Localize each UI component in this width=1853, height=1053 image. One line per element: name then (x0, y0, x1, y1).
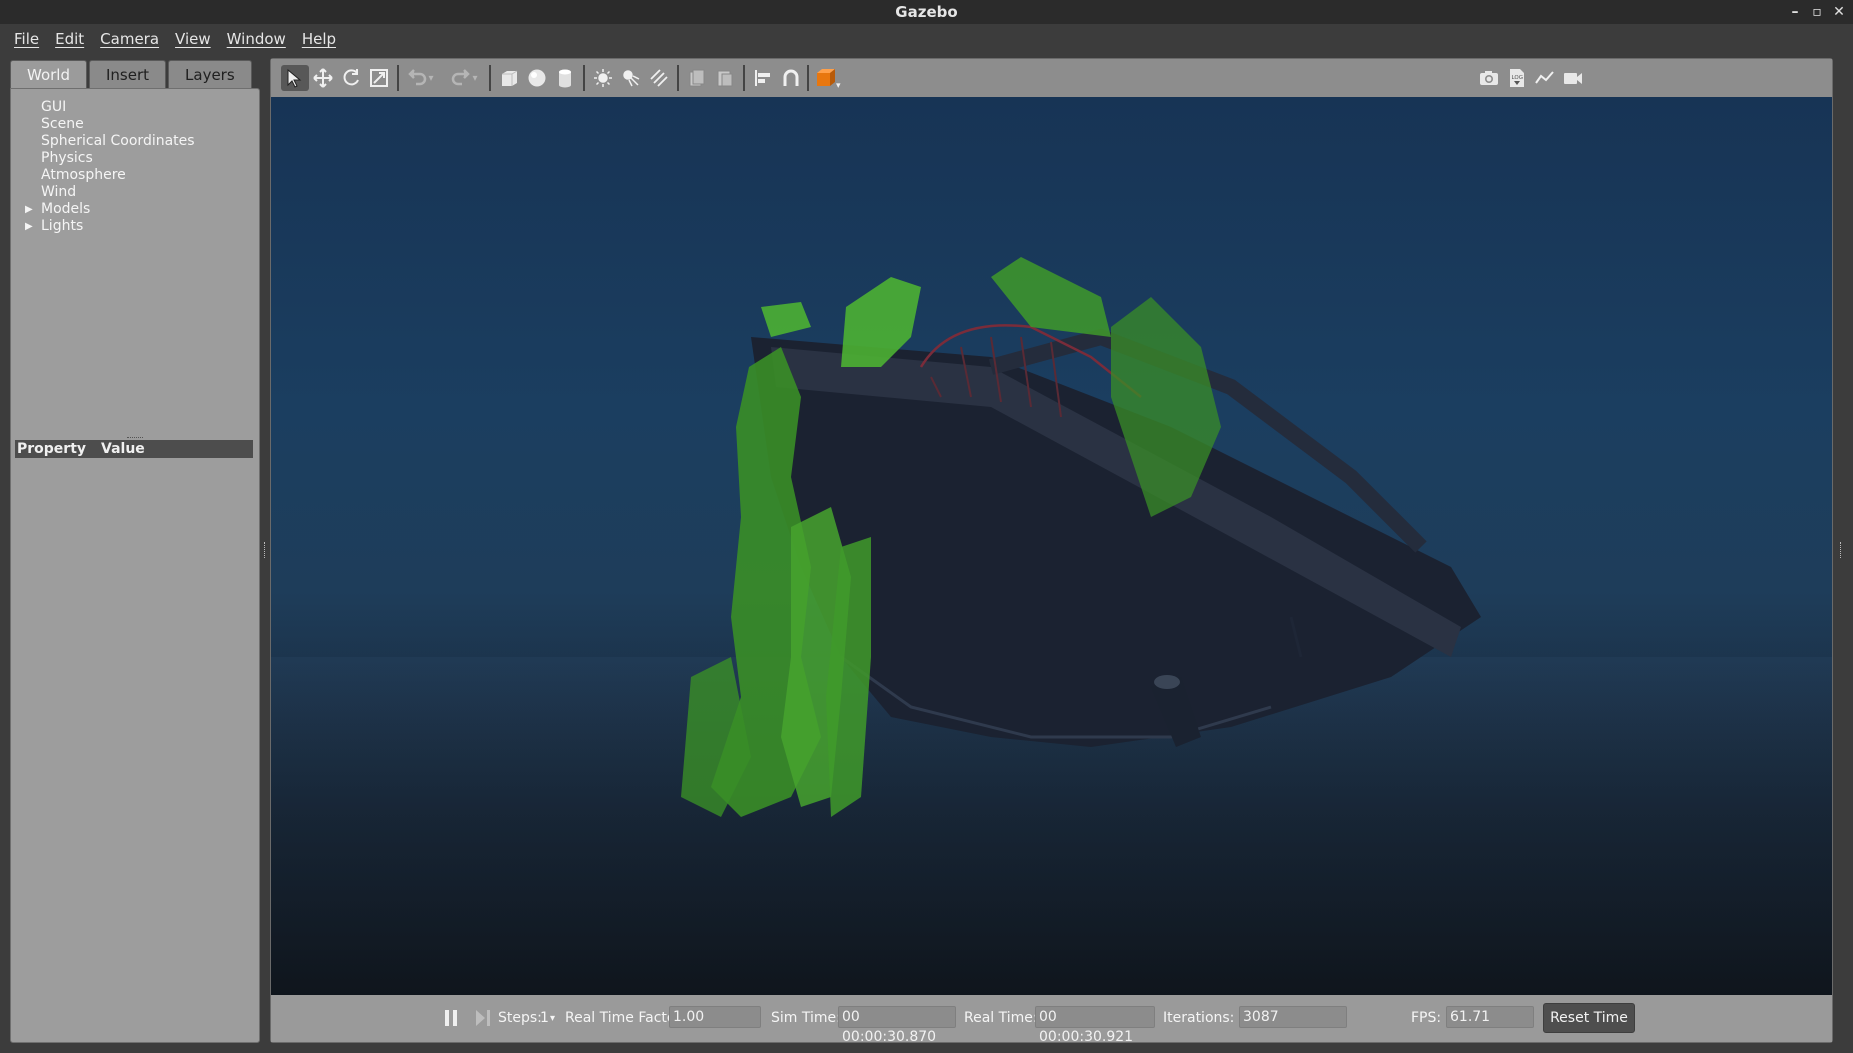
fps-label: FPS: (1411, 1010, 1442, 1026)
paste-icon[interactable] (711, 65, 739, 91)
shipwreck-model[interactable] (271, 97, 1832, 995)
tree-item-label: Physics (41, 150, 93, 166)
close-icon[interactable]: ✕ (1828, 0, 1850, 24)
real-time-factor-label: Real Time Factor: (565, 1010, 686, 1026)
real-time-factor-field: 1.00 (669, 1006, 761, 1028)
world-tree: GUI Scene Spherical Coordinates Physics … (23, 99, 195, 235)
iterations-field: 3087 (1239, 1006, 1347, 1028)
panel-tabs: World Insert Layers (10, 60, 254, 88)
left-panel: World Insert Layers GUI Scene Spherical … (10, 58, 260, 1043)
sphere-icon[interactable] (523, 65, 551, 91)
screenshot-icon[interactable] (1475, 65, 1503, 91)
value-column-header: Value (101, 441, 145, 457)
reset-time-button[interactable]: Reset Time (1543, 1003, 1635, 1033)
svg-text:▾: ▾ (836, 81, 841, 89)
real-time-field: 00 00:00:30.921 (1035, 1006, 1155, 1045)
panel-splitter-handle[interactable] (127, 437, 143, 439)
record-video-icon[interactable] (1559, 65, 1587, 91)
pause-button[interactable] (441, 1008, 461, 1028)
title-bar: Gazebo – ▫ ✕ (0, 0, 1853, 24)
toolbar-separator (807, 65, 809, 91)
tree-item-lights[interactable]: ▶ Lights (23, 218, 195, 235)
minimize-icon[interactable]: – (1784, 0, 1806, 24)
snap-icon[interactable] (777, 65, 805, 91)
tree-item-label: Spherical Coordinates (41, 133, 195, 149)
render-panel: ▾ ▾ ▾ LOG Steps: 1 ▾ Real Time Factor: 1… (270, 58, 1833, 1045)
point-light-icon[interactable] (589, 65, 617, 91)
pipe-end (1154, 675, 1180, 689)
toolbar-separator (397, 65, 399, 91)
tree-item-gui[interactable]: GUI (23, 99, 195, 116)
directional-light-icon[interactable] (645, 65, 673, 91)
toolbar-separator (677, 65, 679, 91)
steps-value[interactable]: 1 (540, 1010, 549, 1026)
spot-light-icon[interactable] (617, 65, 645, 91)
menu-help[interactable]: Help (294, 30, 344, 48)
simulation-status-bar: Steps: 1 ▾ Real Time Factor: 1.00 Sim Ti… (271, 995, 1832, 1045)
tree-item-label: GUI (41, 99, 67, 115)
scale-icon[interactable] (365, 65, 393, 91)
world-panel: GUI Scene Spherical Coordinates Physics … (10, 88, 260, 1043)
menu-bar: File Edit Camera View Window Help (0, 24, 1853, 54)
tree-item-label: Models (41, 201, 91, 217)
property-column-header: Property (17, 441, 87, 457)
view-angle-icon[interactable]: ▾ (811, 65, 847, 91)
window-title: Gazebo (895, 3, 958, 21)
menu-view[interactable]: View (167, 30, 219, 48)
toolbar-separator (583, 65, 585, 91)
tree-item-wind[interactable]: Wind (23, 184, 195, 201)
expand-arrow-icon[interactable]: ▶ (25, 201, 33, 218)
chevron-down-icon[interactable]: ▾ (467, 65, 483, 91)
plot-icon[interactable] (1531, 65, 1559, 91)
tree-item-label: Scene (41, 116, 84, 132)
tab-layers[interactable]: Layers (168, 60, 252, 88)
select-icon[interactable] (281, 65, 309, 91)
tree-item-label: Atmosphere (41, 167, 126, 183)
box-icon[interactable] (495, 65, 523, 91)
iterations-label: Iterations: (1163, 1010, 1235, 1026)
tab-world[interactable]: World (10, 60, 87, 88)
copy-icon[interactable] (683, 65, 711, 91)
menu-file[interactable]: File (6, 30, 47, 48)
expand-arrow-icon[interactable]: ▶ (25, 218, 33, 235)
menu-edit[interactable]: Edit (47, 30, 92, 48)
gazebo-window: Gazebo – ▫ ✕ File Edit Camera View Windo… (0, 0, 1853, 1053)
right-splitter-handle[interactable] (1840, 542, 1843, 558)
log-icon[interactable]: LOG (1503, 65, 1531, 91)
fps-field: 61.71 (1446, 1006, 1534, 1028)
tree-item-atmosphere[interactable]: Atmosphere (23, 167, 195, 184)
svg-text:LOG: LOG (1512, 75, 1523, 81)
scene-viewport[interactable] (271, 97, 1832, 995)
tree-item-label: Wind (41, 184, 77, 200)
toolbar-separator (743, 65, 745, 91)
sim-time-label: Sim Time: (771, 1010, 841, 1026)
property-table-header: Property Value (15, 440, 253, 458)
align-icon[interactable] (749, 65, 777, 91)
chevron-down-icon[interactable]: ▾ (550, 1013, 555, 1024)
tree-item-physics[interactable]: Physics (23, 150, 195, 167)
menu-window[interactable]: Window (219, 30, 294, 48)
real-time-label: Real Time: (964, 1010, 1038, 1026)
maximize-icon[interactable]: ▫ (1806, 0, 1828, 24)
tab-insert[interactable]: Insert (89, 60, 167, 88)
chevron-down-icon[interactable]: ▾ (423, 65, 439, 91)
toolbar-separator (489, 65, 491, 91)
tree-item-scene[interactable]: Scene (23, 116, 195, 133)
cylinder-icon[interactable] (551, 65, 579, 91)
translate-icon[interactable] (309, 65, 337, 91)
tree-item-label: Lights (41, 218, 84, 234)
left-splitter-handle[interactable] (264, 542, 267, 558)
menu-camera[interactable]: Camera (92, 30, 167, 48)
sim-time-field: 00 00:00:30.870 (838, 1006, 956, 1045)
algae-patch (761, 302, 811, 337)
tree-item-models[interactable]: ▶ Models (23, 201, 195, 218)
steps-label: Steps: (498, 1010, 542, 1026)
tree-item-spherical-coordinates[interactable]: Spherical Coordinates (23, 133, 195, 150)
toolbar: ▾ ▾ ▾ LOG (271, 59, 1832, 97)
rotate-icon[interactable] (337, 65, 365, 91)
step-icon[interactable] (473, 1008, 493, 1028)
